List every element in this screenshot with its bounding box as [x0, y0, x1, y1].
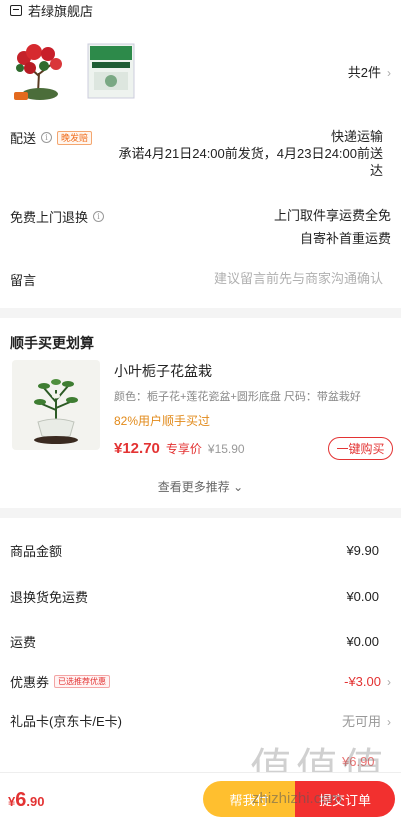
giftcard-label: 礼品卡(京东卡/E卡)	[10, 713, 122, 729]
shop-header[interactable]: 若绿旗舰店	[10, 0, 93, 20]
product-thumbnail-bonsai	[8, 38, 72, 104]
coupon-row[interactable]: 优惠券 已选推荐优惠 -¥3.00 ›	[10, 671, 391, 691]
giftcard-value-group: 无可用 ›	[342, 711, 391, 730]
shipping-label: 运费	[10, 634, 37, 650]
shipping-row: 运费 ¥0.00	[10, 631, 379, 651]
coupon-label-group: 优惠券 已选推荐优惠	[10, 672, 111, 691]
submit-order-button[interactable]: 提交订单	[295, 781, 395, 817]
recommend-price-label: 专享价	[165, 442, 202, 456]
coupon-value: -¥3.00	[344, 673, 381, 689]
info-icon[interactable]: i	[41, 132, 53, 143]
delivery-promise-line2: 达	[369, 163, 383, 178]
goods-count[interactable]: 共2件 ›	[348, 62, 391, 81]
goods-count-label: 共2件	[347, 65, 381, 80]
free-return-label: 免费上门退换	[10, 210, 89, 225]
goods-amount-label: 商品金额	[10, 543, 63, 559]
delivery-label: 配送	[10, 131, 37, 146]
help-me-pay-button[interactable]: 帮我付	[203, 781, 295, 817]
free-return-line2: 自寄补首重运费	[299, 231, 391, 246]
return-free-row: 退换货免运费 ¥0.00	[10, 586, 379, 606]
partial-total-value: ¥6.90	[342, 754, 375, 769]
free-return-line1: 上门取件享运费全免	[273, 208, 391, 223]
product-thumbnail-fertilizer	[87, 43, 135, 99]
recommend-section-title: 顺手买更划算	[10, 335, 94, 351]
recommend-product-name[interactable]: 小叶栀子花盆栽	[114, 361, 212, 381]
late-compensation-tag: 晚发赔	[57, 130, 93, 145]
chevron-right-icon: ›	[387, 66, 391, 80]
total-decimal: .90	[26, 794, 45, 809]
more-recommendations-link[interactable]: 查看更多推荐 ⌄	[0, 478, 401, 495]
message-input[interactable]: 建议留言前先与商家沟通确认	[214, 270, 383, 287]
delivery-row[interactable]: 配送 i 晚发赔 快递运输 承诺4月21日24:00前发货，4月23日24:00…	[10, 128, 383, 183]
delivery-method: 快递运输	[330, 129, 383, 144]
coupon-value-group: -¥3.00 ›	[344, 674, 391, 689]
section-divider	[0, 508, 401, 518]
coupon-label: 优惠券	[10, 674, 50, 690]
one-click-buy-button[interactable]: 一键购买	[328, 437, 393, 460]
goods-amount-value: ¥9.90	[346, 542, 379, 558]
free-return-detail: 上门取件享运费全免 自寄补首重运费	[274, 207, 391, 247]
chevron-right-icon: ›	[387, 674, 391, 689]
section-divider	[0, 308, 401, 318]
giftcard-value: 无可用	[341, 713, 381, 729]
total-integer: 6	[15, 789, 27, 811]
goods-row[interactable]: 共2件 ›	[8, 38, 391, 108]
recommend-original-price: ¥15.90	[207, 442, 245, 456]
shop-name: 若绿旗舰店	[28, 3, 94, 19]
shipping-value: ¥0.00	[346, 633, 379, 649]
info-icon[interactable]: i	[93, 211, 105, 222]
return-free-label: 退换货免运费	[10, 589, 89, 605]
free-return-row[interactable]: 免费上门退换 i 上门取件享运费全免 自寄补首重运费	[10, 207, 391, 246]
message-row[interactable]: 留言 建议留言前先与商家沟通确认	[10, 270, 383, 290]
order-total: ¥6.90	[8, 789, 44, 812]
shop-icon	[10, 4, 22, 16]
recommend-buyers-stat: 82%用户顺手买过	[114, 414, 211, 428]
chevron-right-icon: ›	[387, 714, 391, 729]
coupon-tag: 已选推荐优惠	[54, 674, 111, 688]
delivery-detail: 快递运输 承诺4月21日24:00前发货，4月23日24:00前送 达	[119, 128, 383, 179]
giftcard-row[interactable]: 礼品卡(京东卡/E卡) 无可用 ›	[10, 710, 391, 730]
recommend-price-row: ¥12.70 专享价 ¥15.90	[114, 440, 245, 457]
delivery-promise-line1: 承诺4月21日24:00前发货，4月23日24:00前送	[118, 146, 383, 161]
bottom-checkout-bar: ¥6.90 帮我付 提交订单	[0, 772, 401, 820]
recommend-price: ¥12.70	[114, 440, 160, 457]
recommend-product-image[interactable]	[12, 360, 100, 450]
recommend-product-spec: 颜色：栀子花+莲花瓷盆+圆形底盘 尺码：带盆栽好	[114, 391, 361, 403]
return-free-value: ¥0.00	[346, 588, 379, 604]
goods-amount-row: 商品金额 ¥9.90	[10, 540, 379, 560]
